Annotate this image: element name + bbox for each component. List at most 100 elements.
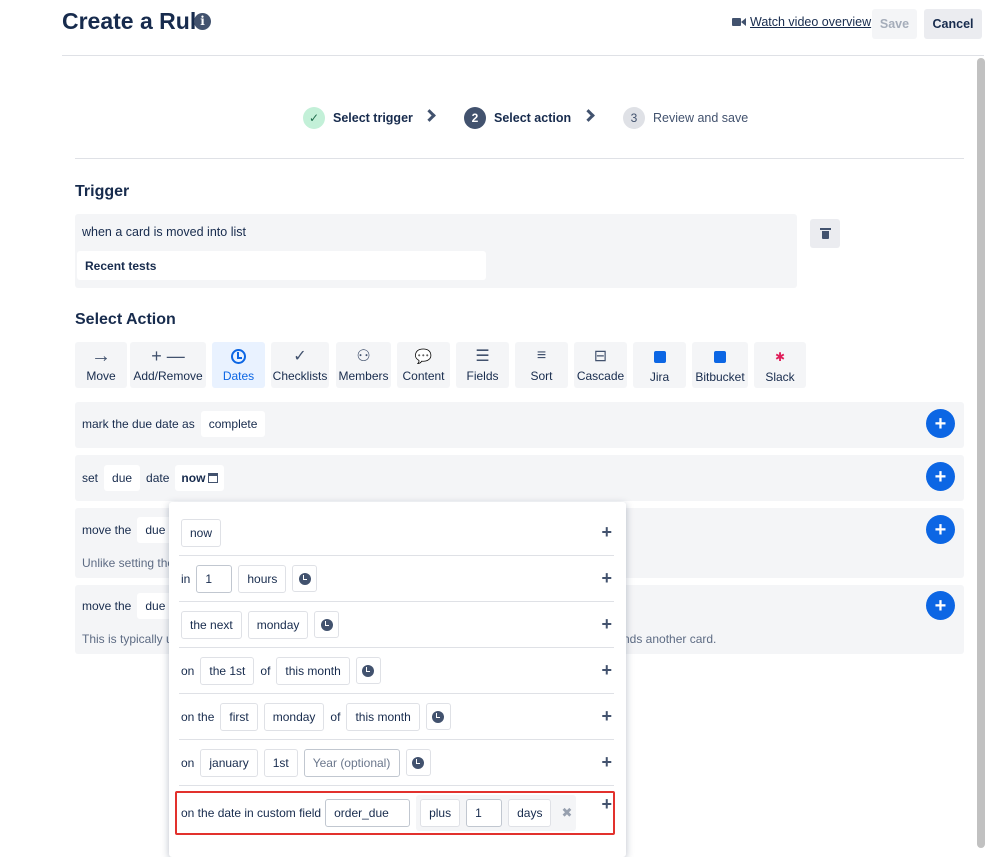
plus-minus-icon: + — (151, 345, 185, 366)
trigger-text: when a card is moved into list (82, 225, 246, 239)
step-label: Review and save (653, 111, 749, 125)
row-note: Unlike setting the (82, 556, 175, 570)
clock-icon (432, 710, 445, 723)
tab-slack[interactable]: ✱ Slack (754, 342, 806, 388)
tab-add-remove[interactable]: + — Add/Remove (130, 342, 206, 388)
tab-content[interactable]: 💬 Content (397, 342, 450, 388)
trigger-box: when a card is moved into list Recent te… (75, 214, 797, 288)
delete-trigger-button[interactable] (810, 219, 840, 248)
tab-checklists[interactable]: ✓ Checklists (271, 342, 329, 388)
time-button[interactable] (292, 565, 318, 592)
step-select-trigger[interactable]: ✓ Select trigger (303, 107, 413, 129)
select-action-title: Select Action (75, 311, 176, 328)
option-text: on (181, 663, 195, 678)
add-option-icon[interactable]: + (601, 660, 612, 681)
video-camera-icon (732, 17, 746, 27)
stepper: ✓ Select trigger 2 Select action 3 Revie… (75, 96, 964, 159)
add-option-icon[interactable]: + (601, 752, 612, 773)
watch-video-label: Watch video overview (750, 15, 872, 29)
clock-icon (231, 346, 246, 366)
due-field-select[interactable]: due (137, 593, 174, 619)
watch-video-link[interactable]: Watch video overview (732, 15, 871, 29)
time-button[interactable] (425, 703, 451, 730)
option-on-specific-date[interactable]: on january 1st Year (optional) + (179, 740, 614, 786)
weekday-select[interactable]: monday (247, 610, 309, 639)
speech-bubble-icon: 💬 (414, 347, 433, 364)
check-icon: ✓ (293, 348, 307, 365)
complete-select[interactable]: complete (200, 411, 266, 437)
tab-cascade[interactable]: ⊟ Cascade (574, 342, 627, 388)
time-button[interactable] (355, 657, 381, 684)
step-select-action[interactable]: 2 Select action (464, 107, 571, 129)
tab-fields[interactable]: ☰ Fields (456, 342, 509, 388)
now-chip[interactable]: now (181, 518, 222, 547)
date-picker-trigger[interactable]: now (175, 465, 225, 491)
header: Create a Rule i Watch video overview Sav… (62, 0, 984, 56)
cancel-button[interactable]: Cancel (924, 9, 982, 39)
tab-label: Members (338, 369, 389, 383)
highlight-box (175, 791, 615, 835)
option-next-weekday[interactable]: the next monday + (179, 602, 614, 648)
tab-jira[interactable]: Jira (633, 342, 686, 388)
add-action-button[interactable]: + (926, 409, 955, 438)
weekday-select[interactable]: monday (263, 702, 325, 731)
sort-icon: ≡ (536, 347, 547, 364)
tab-bitbucket[interactable]: Bitbucket (692, 342, 748, 388)
chevron-right-icon (423, 109, 436, 122)
month-select[interactable]: this month (276, 656, 350, 685)
next-select[interactable]: the next (181, 610, 242, 639)
add-option-icon[interactable]: + (601, 568, 612, 589)
add-action-button[interactable]: + (926, 462, 955, 491)
step-review-save[interactable]: 3 Review and save (623, 107, 748, 129)
time-button[interactable] (405, 749, 431, 776)
tab-label: Sort (530, 369, 553, 383)
option-on-day-of-month[interactable]: on the 1st of this month + (179, 648, 614, 694)
add-action-button[interactable]: + (926, 591, 955, 620)
time-button[interactable] (314, 611, 340, 638)
option-now[interactable]: now + (179, 510, 614, 556)
slack-icon: ✱ (774, 349, 786, 364)
info-icon[interactable]: i (194, 13, 211, 30)
option-on-nth-weekday[interactable]: on the first monday of this month + (179, 694, 614, 740)
option-in-hours[interactable]: in 1 hours + (179, 556, 614, 602)
row-text: move the (82, 523, 132, 537)
day-select[interactable]: 1st (263, 748, 298, 777)
tab-sort[interactable]: ≡ Sort (515, 342, 568, 388)
month-select[interactable]: january (200, 748, 258, 777)
row-text: move the (82, 599, 132, 613)
due-field-select[interactable]: due (104, 465, 141, 491)
trigger-list-value[interactable]: Recent tests (77, 251, 486, 280)
unit-select[interactable]: hours (238, 564, 287, 593)
date-value: now (181, 471, 206, 485)
action-row-mark-complete: mark the due date as complete (75, 402, 964, 448)
tab-label: Dates (222, 369, 255, 383)
step-label: Select trigger (333, 111, 413, 125)
tab-move[interactable]: → Move (75, 342, 127, 388)
row-text: date (146, 471, 170, 485)
add-option-icon[interactable]: + (601, 706, 612, 727)
add-option-icon[interactable]: + (601, 614, 612, 635)
option-text: of (330, 709, 341, 724)
save-button[interactable]: Save (872, 9, 917, 39)
option-text: of (260, 663, 271, 678)
jira-icon (653, 347, 666, 367)
add-option-icon[interactable]: + (601, 522, 612, 543)
day-select[interactable]: the 1st (200, 656, 255, 685)
due-field-select[interactable]: due (137, 517, 174, 543)
tab-label: Slack (765, 369, 795, 384)
month-select[interactable]: this month (346, 702, 420, 731)
person-icon: ⚇ (356, 348, 371, 365)
scrollbar[interactable] (977, 58, 985, 848)
tab-dates[interactable]: Dates (212, 342, 265, 388)
amount-input[interactable]: 1 (196, 564, 233, 593)
ordinal-select[interactable]: first (220, 702, 258, 731)
year-input[interactable]: Year (optional) (303, 748, 400, 777)
check-icon: ✓ (303, 107, 325, 129)
trash-icon (819, 228, 831, 239)
tab-members[interactable]: ⚇ Members (336, 342, 391, 388)
arrow-right-icon: → (91, 344, 111, 367)
trigger-title: Trigger (75, 183, 130, 200)
add-action-button[interactable]: + (926, 515, 955, 544)
tab-label: Checklists (272, 369, 328, 383)
calendar-icon (208, 473, 219, 483)
